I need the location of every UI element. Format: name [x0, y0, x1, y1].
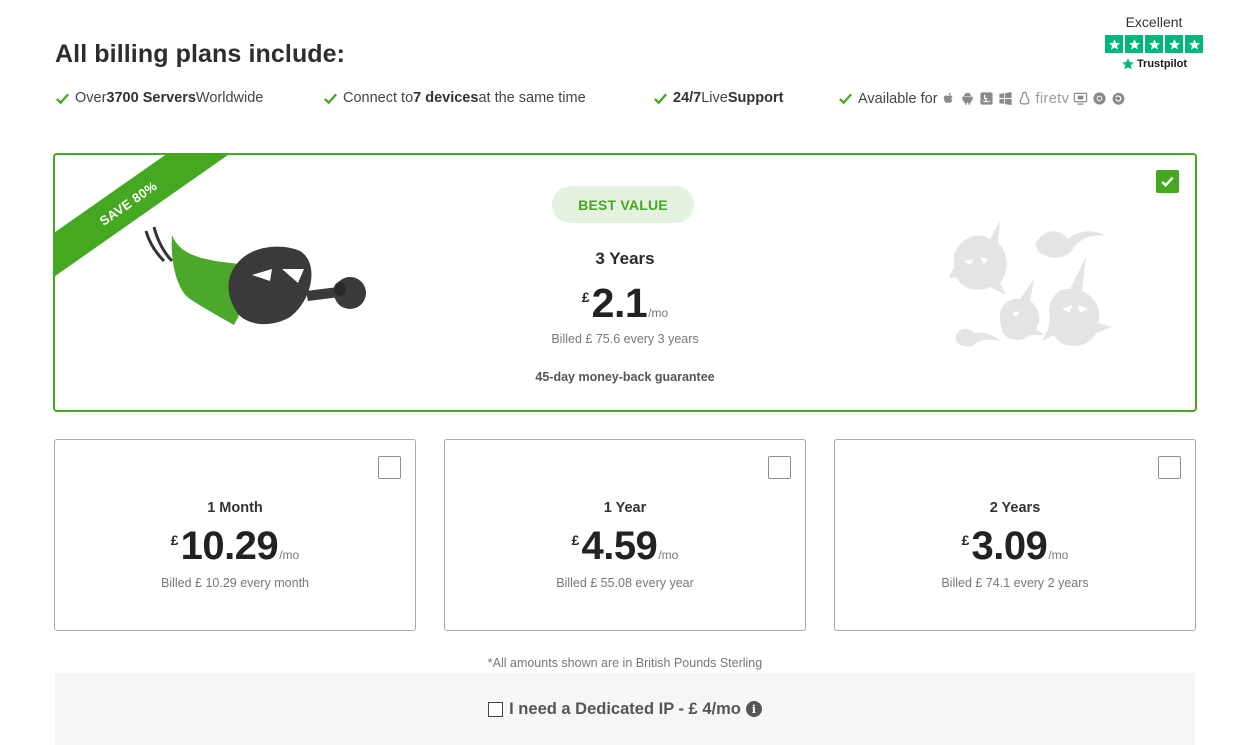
money-back-guarantee: 45-day money-back guarantee — [535, 370, 715, 384]
plan-card-1-year[interactable]: 1 Year £ 4.59 /mo Billed £ 55.08 every y… — [444, 439, 806, 631]
apple-icon[interactable] — [941, 91, 956, 106]
platform-icons: firetv — [941, 90, 1127, 107]
feature-highlight: Support — [727, 90, 784, 106]
check-icon — [324, 93, 337, 104]
plan-checkbox[interactable] — [1158, 456, 1181, 479]
price-amount: 10.29 — [180, 524, 279, 568]
star-icon — [1165, 35, 1183, 53]
feature-text: Worldwide — [195, 90, 264, 106]
plan-term: 1 Year — [603, 500, 647, 516]
star-icon — [1125, 35, 1143, 53]
feature-servers: Over 3700 Servers Worldwide — [55, 90, 263, 106]
best-value-badge: BEST VALUE — [552, 186, 694, 223]
router-icon[interactable] — [1073, 91, 1088, 106]
android-icon[interactable] — [960, 91, 975, 106]
billed-text: Billed £ 74.1 every 2 years — [941, 576, 1089, 590]
feature-text: Live — [701, 90, 728, 106]
price-amount: 4.59 — [581, 524, 658, 568]
price-period: /mo — [1048, 548, 1069, 562]
linux-icon[interactable] — [1017, 91, 1032, 106]
billed-text: Billed £ 75.6 every 3 years — [551, 332, 699, 346]
page-title: All billing plans include: — [55, 40, 346, 68]
feature-text: at the same time — [478, 90, 586, 106]
dedicated-ip-label[interactable]: I need a Dedicated IP - £ 4/mo — [509, 700, 741, 719]
currency-symbol: £ — [571, 532, 580, 548]
feature-highlight: 24/7 — [673, 90, 702, 106]
info-icon[interactable]: i — [745, 701, 762, 717]
trustpilot-stars — [1104, 35, 1204, 53]
plan-checkbox-checked[interactable] — [1156, 170, 1179, 193]
chrome-icon[interactable] — [1092, 91, 1107, 106]
star-icon — [1105, 35, 1123, 53]
check-icon — [1161, 176, 1174, 188]
price-amount: 3.09 — [971, 524, 1048, 568]
feature-text: Available for — [858, 90, 938, 107]
firefox-icon[interactable] — [1111, 91, 1126, 106]
feature-highlight: 3700 Servers — [106, 90, 196, 106]
trustpilot-brand-label: Trustpilot — [1136, 58, 1188, 70]
plan-checkbox[interactable] — [768, 456, 791, 479]
plan-price: £ 2.1 /mo — [55, 283, 1195, 324]
finder-icon[interactable] — [979, 91, 994, 106]
feature-support: 24/7 Live Support — [653, 90, 783, 106]
currency-footnote: *All amounts shown are in British Pounds… — [487, 656, 763, 670]
trustpilot-widget[interactable]: Excellent Trustpilot — [1104, 14, 1204, 71]
feature-devices: Connect to 7 devices at the same time — [323, 90, 586, 106]
plan-term: 1 Month — [207, 500, 263, 516]
star-icon — [1145, 35, 1163, 53]
plan-card-2-years[interactable]: 2 Years £ 3.09 /mo Billed £ 74.1 every 2… — [834, 439, 1196, 631]
star-icon — [1185, 35, 1203, 53]
feature-text: Connect to — [343, 90, 414, 106]
plan-term: 2 Years — [989, 500, 1041, 516]
price-period: /mo — [279, 548, 300, 562]
feature-highlight: 7 devices — [413, 90, 479, 106]
dedicated-ip-checkbox[interactable] — [488, 701, 504, 717]
plan-checkbox[interactable] — [378, 456, 401, 479]
billed-text: Billed £ 55.08 every year — [556, 576, 694, 590]
currency-symbol: £ — [581, 289, 590, 305]
price-period: /mo — [648, 306, 669, 320]
firetv-icon[interactable]: firetv — [1036, 90, 1070, 107]
dedicated-ip-option[interactable]: I need a Dedicated IP - £ 4/mo i — [55, 673, 1195, 745]
plan-card-1-month[interactable]: 1 Month £ 10.29 /mo Billed £ 10.29 every… — [54, 439, 416, 631]
currency-symbol: £ — [170, 532, 179, 548]
check-icon — [839, 93, 852, 105]
plan-price: £ 4.59 /mo — [445, 526, 805, 566]
plan-card-3-years[interactable]: SAVE 80% BEST VALUE 3 Years £ 2.1 /mo Bi… — [53, 153, 1197, 412]
plan-price: £ 10.29 /mo — [55, 526, 415, 566]
trustpilot-rating: Excellent — [1125, 14, 1183, 30]
plan-term: 3 Years — [595, 249, 655, 268]
currency-symbol: £ — [961, 532, 970, 548]
trustpilot-star-icon — [1122, 58, 1134, 70]
feature-text: Over — [75, 90, 107, 106]
check-icon — [56, 93, 69, 104]
price-period: /mo — [658, 548, 679, 562]
feature-platforms: Available for firetv — [838, 90, 1126, 107]
windows-icon[interactable] — [998, 91, 1013, 106]
trustpilot-brand: Trustpilot — [1104, 57, 1204, 71]
price-amount: 2.1 — [591, 280, 648, 326]
check-icon — [654, 93, 667, 104]
plan-price: £ 3.09 /mo — [835, 526, 1195, 566]
billed-text: Billed £ 10.29 every month — [160, 576, 309, 590]
